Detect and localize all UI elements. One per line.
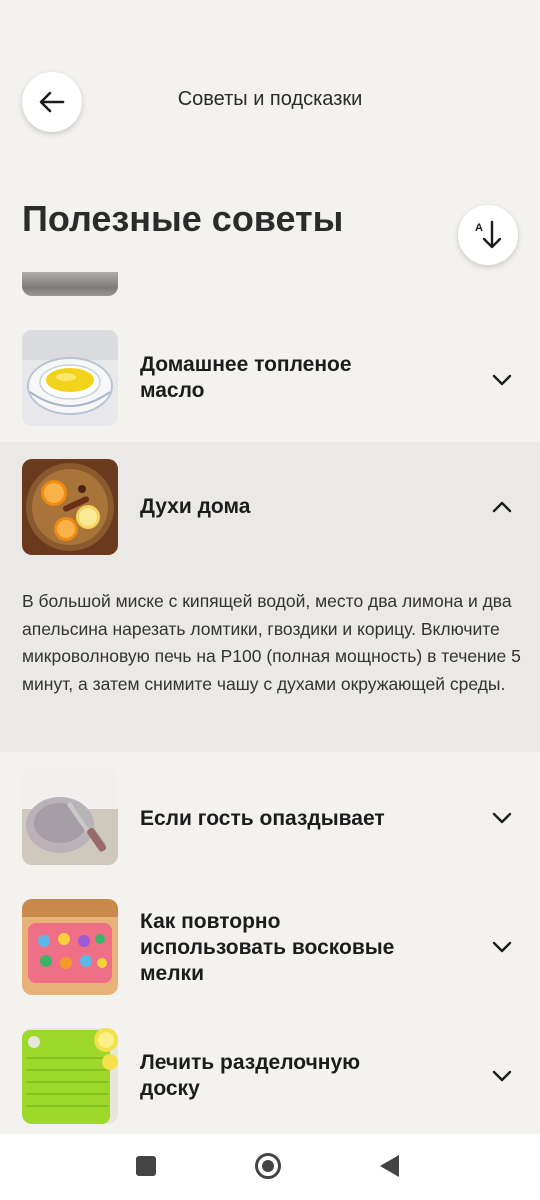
sort-button[interactable]: A [458,205,518,265]
home-circle-icon[interactable] [255,1153,281,1179]
list-item[interactable]: Лечить разделочную доску [0,1010,540,1134]
header-title: Советы и подсказки [177,88,363,110]
square-icon[interactable] [136,1156,156,1176]
tip-title: Как повторно использовать восковые мелки [140,910,395,985]
tip-title: Лечить разделочную доску [140,1051,361,1100]
list-item[interactable]: Если гость опаздывает [0,752,540,880]
tip-title: Домашнее топленое масло [140,353,352,402]
tip-image [22,330,118,426]
tip-image [22,1028,118,1124]
triangle-back-icon[interactable] [380,1155,399,1177]
tip-image [22,899,118,995]
list-item[interactable]: Домашнее топленое масло [0,318,540,442]
list-item[interactable]: Как повторно использовать восковые мелки [0,880,540,1010]
chevron-down-icon[interactable] [490,806,514,830]
chevron-up-icon[interactable] [490,495,514,519]
list-item-expanded[interactable]: Духи дома В большой миске с кипящей водо… [0,442,540,752]
chevron-down-icon[interactable] [490,368,514,392]
tip-image [22,769,118,865]
tip-image [22,459,118,555]
chevron-down-icon[interactable] [490,935,514,959]
tip-title: Если гость опаздывает [140,807,385,830]
page-title: Полезные советы [22,198,344,239]
tip-description: В большой миске с кипящей водой, место д… [22,591,521,694]
tip-title: Духи дома [140,495,251,518]
tips-list[interactable]: Домашнее топленое масло Духи дома В боль… [0,272,540,1134]
system-navigation-bar [0,1134,540,1200]
app-header: Советы и подсказки [0,0,540,200]
tip-image-partial [22,272,118,296]
sort-alpha-down-icon: A [475,220,502,249]
svg-text:A: A [475,222,483,234]
chevron-down-icon[interactable] [490,1064,514,1088]
